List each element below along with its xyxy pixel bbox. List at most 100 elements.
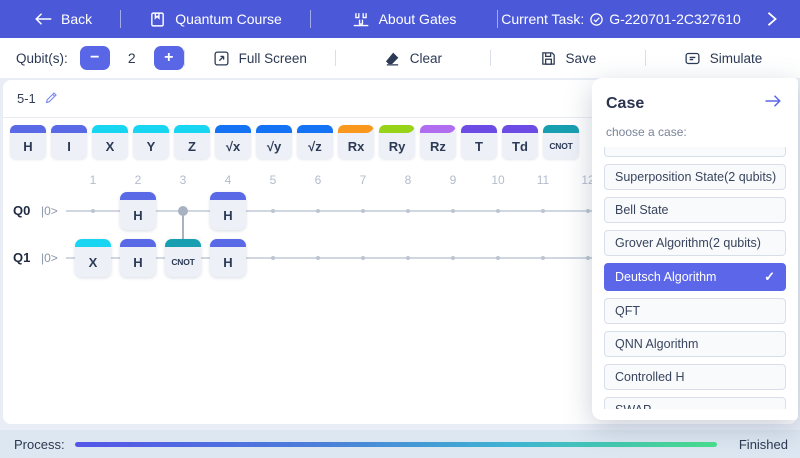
case-item-grover[interactable]: Grover Algorithm(2 qubits) [604,230,786,256]
palette-gate-td[interactable]: Td [502,125,538,159]
wire-dot [541,256,545,260]
case-item-bell-state[interactable]: Bell State [604,197,786,223]
column-number: 2 [116,173,160,187]
gate-label: Rz [420,133,456,159]
wire-dot [361,209,365,213]
column-number: 6 [296,173,340,187]
wire-dot [406,256,410,260]
palette-gate-ry[interactable]: Ry [379,125,415,159]
circuit-gate-q1-col2[interactable]: H [120,239,156,277]
wire-dot [586,209,590,213]
wire-dot [316,256,320,260]
course-label: Quantum Course [175,11,282,27]
palette-gate-rx[interactable]: Rx [338,125,374,159]
gate-color-strip [502,125,538,133]
qubit-minus-button[interactable]: − [80,46,110,70]
qubit-ket-q0: |0> [41,204,58,218]
gate-color-strip [10,125,46,133]
palette-gate-y[interactable]: Y [133,125,169,159]
column-number: 8 [386,173,430,187]
gate-label: H [120,200,156,230]
case-item-qnn[interactable]: QNN Algorithm [604,331,786,357]
collapse-arrow-icon[interactable] [764,94,782,113]
case-item-superposition[interactable]: Superposition State(2 qubits) [604,164,786,190]
gate-color-strip [543,125,579,133]
wire-dot [361,256,365,260]
task-id: G-220701-2C327610 [609,11,741,27]
case-item-deutsch-selected[interactable]: Deutsch Algorithm ✓ [604,263,786,291]
palette-gate-rz[interactable]: Rz [420,125,456,159]
gate-label: H [210,247,246,277]
gate-color-strip [215,125,251,133]
edit-pencil-icon[interactable] [44,90,59,108]
task-next-button[interactable] [744,0,800,38]
full-screen-button[interactable]: Full Screen [185,38,335,78]
gate-label: √x [215,133,251,159]
selected-check-icon: ✓ [764,264,775,290]
case-panel-hint: choose a case: [606,125,786,139]
column-number: 1 [71,173,115,187]
current-task[interactable]: Current Task: G-220701-2C327610 [498,0,744,38]
save-label: Save [566,51,597,66]
gate-color-strip [297,125,333,133]
gate-label: Z [174,133,210,159]
gate-color-strip [51,125,87,133]
case-item-swap[interactable]: SWAP [604,397,786,409]
palette-gate-t[interactable]: T [461,125,497,159]
circuit-gate-q1-col4[interactable]: H [210,239,246,277]
palette-gate-i[interactable]: I [51,125,87,159]
gate-label: √z [297,133,333,159]
wire-dot [316,209,320,213]
circuit-gate-q0-col2[interactable]: H [120,192,156,230]
wire-dot [271,209,275,213]
course-book-icon [149,11,166,28]
qubit-plus-button[interactable]: + [154,46,184,70]
circuit-gate-q0-col4[interactable]: H [210,192,246,230]
simulate-label: Simulate [710,51,763,66]
gate-color-strip [379,125,415,133]
gate-color-strip [92,125,128,133]
qubit-label-q1: Q1 [13,250,30,265]
simulate-button[interactable]: Simulate [646,38,800,78]
palette-gate-sqrt-x[interactable]: √x [215,125,251,159]
case-panel: Case choose a case: Superposition State(… [592,78,798,420]
palette-gate-h[interactable]: H [10,125,46,159]
palette-gate-cnot[interactable]: CNOT [543,125,579,159]
cnot-control-dot[interactable] [178,206,188,216]
palette-gate-z[interactable]: Z [174,125,210,159]
back-button[interactable]: Back [0,0,120,38]
case-item-qft[interactable]: QFT [604,298,786,324]
case-item-label: Deutsch Algorithm [615,264,716,290]
wire-dot [496,209,500,213]
circuit-gate-q1-col1[interactable]: X [75,239,111,277]
save-button[interactable]: Save [491,38,645,78]
column-number: 3 [161,173,205,187]
gate-color-strip [461,125,497,133]
wire-dot [406,209,410,213]
clear-button[interactable]: Clear [336,38,490,78]
palette-gate-sqrt-z[interactable]: √z [297,125,333,159]
gate-label: X [92,133,128,159]
case-panel-title: Case [606,95,644,113]
column-number: 4 [206,173,250,187]
circuit-gate-q1-col3-cnot[interactable]: CNOT [165,239,201,277]
gate-label: Ry [379,133,415,159]
gate-color-strip [420,125,456,133]
column-number: 11 [521,173,565,187]
gate-color-strip [174,125,210,133]
gate-label: T [461,133,497,159]
gate-color-strip [75,239,111,247]
gates-chart-icon [352,11,370,27]
gate-color-strip [120,192,156,200]
palette-gate-x[interactable]: X [92,125,128,159]
case-item-controlled-h[interactable]: Controlled H [604,364,786,390]
gate-label: CNOT [165,247,201,277]
palette-gate-sqrt-y[interactable]: √y [256,125,292,159]
about-gates-button[interactable]: About Gates [311,0,497,38]
wire-dot [271,256,275,260]
quantum-course-button[interactable]: Quantum Course [121,0,310,38]
process-footer: Process: Finished [0,430,800,458]
gate-color-strip [120,239,156,247]
case-item-partial[interactable] [604,147,786,157]
about-gates-label: About Gates [379,11,457,27]
